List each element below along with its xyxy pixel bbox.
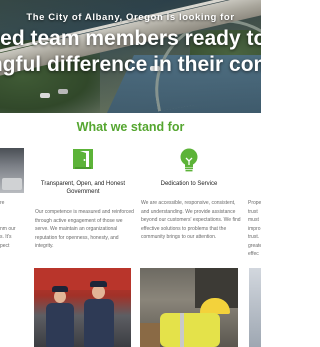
hero-banner: The City of Albany, Oregon is looking fo… [0, 0, 261, 113]
officer-hat [90, 281, 107, 287]
officer [84, 299, 114, 347]
worker-vest [160, 313, 220, 347]
officer [46, 303, 74, 347]
section-title: What we stand for [76, 120, 185, 134]
officer-head [92, 285, 105, 299]
police-officers-photo [34, 268, 131, 347]
car [58, 89, 68, 94]
ground [140, 323, 160, 347]
page: The City of Albany, Oregon is looking fo… [0, 0, 261, 347]
lightbulb-icon [178, 147, 200, 173]
next-card-text: Prope [248, 200, 261, 206]
fire-truck [34, 268, 131, 290]
hero-headline-line1: red team members ready to m [0, 27, 261, 50]
value-body-transparent: Our competence is measured and reinforce… [35, 209, 134, 249]
value-body-service: We are accessible, responsive, consisten… [141, 200, 241, 240]
previous-card-image [0, 148, 24, 193]
previous-card-text: pect [0, 243, 10, 249]
next-card-text: effec [248, 251, 259, 257]
next-card-text: trust. [248, 234, 260, 240]
next-card-text: must [248, 217, 259, 223]
officer-hat [52, 286, 68, 292]
door-icon [71, 147, 95, 171]
previous-card-text: s. It's [0, 234, 12, 240]
hero-headline-line2: ingful difference in their comm [0, 53, 261, 76]
car [40, 93, 50, 98]
vest-stripe [180, 313, 184, 347]
next-card-photo [249, 268, 261, 347]
public-works-photo [140, 268, 238, 347]
hero-kicker: The City of Albany, Oregon is looking fo… [26, 12, 235, 23]
previous-card-text: re [0, 200, 5, 206]
value-title-transparent: Transparent, Open, and Honest Government [40, 181, 126, 195]
value-title-service: Dedication to Service [160, 181, 218, 187]
